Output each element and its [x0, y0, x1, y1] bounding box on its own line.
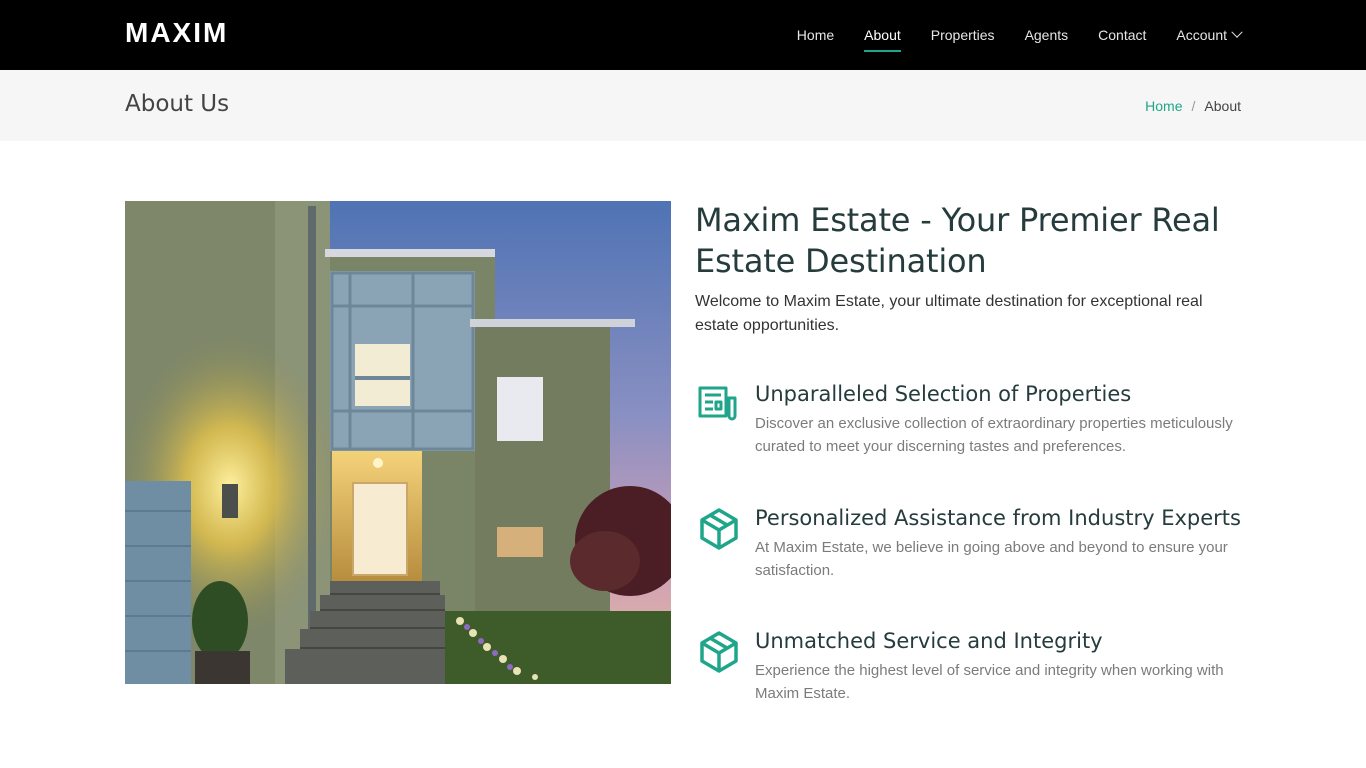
nav-account-label: Account — [1176, 27, 1227, 43]
feature-text: Discover an exclusive collection of extr… — [755, 415, 1233, 455]
feature-item: Unmatched Service and Integrity Experien… — [695, 627, 1243, 705]
nav-properties-link[interactable]: Properties — [931, 27, 995, 43]
page-banner: About Us Home / About — [0, 70, 1366, 141]
page-title: About Us — [125, 91, 230, 117]
about-heading: Maxim Estate - Your Premier Real Estate … — [695, 201, 1220, 280]
breadcrumb: Home / About — [1145, 98, 1241, 114]
about-content: Maxim Estate - Your Premier Real Estate … — [695, 200, 1243, 702]
feature-text: At Maxim Estate, we believe in going abo… — [755, 539, 1228, 579]
breadcrumb-current: About — [1204, 98, 1241, 114]
feature-text: Experience the highest level of service … — [755, 662, 1224, 702]
nav-agents-link[interactable]: Agents — [1025, 27, 1069, 43]
newspaper-icon — [695, 380, 743, 428]
cube-icon — [695, 627, 743, 675]
about-intro: Welcome to Maxim Estate, your ultimate d… — [695, 293, 1203, 334]
nav-contact-link[interactable]: Contact — [1098, 27, 1146, 43]
nav-home-link[interactable]: Home — [797, 27, 834, 43]
navbar: MAXIM Home About Properties Agents Conta… — [0, 0, 1366, 70]
nav-account-dropdown[interactable]: Account — [1176, 26, 1243, 43]
breadcrumb-separator: / — [1191, 98, 1196, 114]
feature-title: Unparalleled Selection of Properties — [755, 382, 1132, 406]
main-nav: Home About Properties Agents Contact Acc… — [767, 0, 1243, 70]
house-photo — [125, 201, 671, 684]
chevron-down-icon — [1231, 26, 1243, 38]
cube-icon — [695, 504, 743, 552]
nav-about-link[interactable]: About — [864, 27, 901, 52]
brand-logo[interactable]: MAXIM — [125, 17, 228, 49]
feature-title: Unmatched Service and Integrity — [755, 629, 1103, 653]
feature-title: Personalized Assistance from Industry Ex… — [755, 506, 1241, 530]
feature-item: Personalized Assistance from Industry Ex… — [695, 504, 1243, 582]
breadcrumb-home-link[interactable]: Home — [1145, 98, 1182, 114]
feature-item: Unparalleled Selection of Properties Dis… — [695, 380, 1243, 458]
